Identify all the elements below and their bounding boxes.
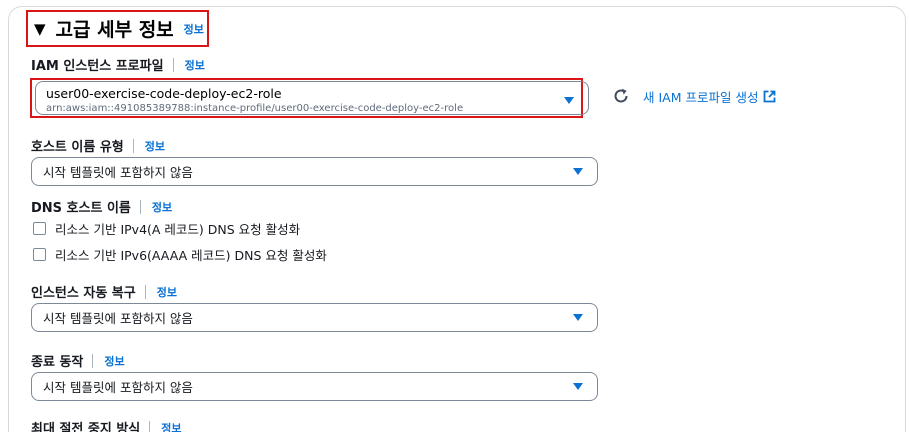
dns-hostname-info-link[interactable]: 정보 — [152, 199, 172, 215]
auto-recovery-info-link[interactable]: 정보 — [157, 284, 177, 300]
shutdown-behavior-select[interactable]: 시작 템플릿에 포함하지 않음 — [31, 372, 598, 401]
label-separator — [172, 57, 174, 72]
dropdown-arrow-icon — [573, 168, 583, 175]
shutdown-behavior-label-row: 종료 동작 정보 — [31, 351, 125, 370]
iam-profile-value: user00-exercise-code-deploy-ec2-role — [46, 86, 282, 101]
hostname-type-label-row: 호스트 이름 유형 정보 — [31, 136, 165, 155]
dropdown-arrow-icon — [573, 314, 583, 321]
hostname-type-label: 호스트 이름 유형 — [31, 140, 124, 155]
hostname-type-select[interactable]: 시작 템플릿에 포함하지 않음 — [31, 157, 598, 186]
create-iam-profile-label: 새 IAM 프로파일 생성 — [643, 90, 759, 105]
label-separator — [132, 138, 134, 153]
label-separator — [92, 353, 94, 368]
auto-recovery-label: 인스턴스 자동 복구 — [31, 286, 136, 301]
dns-ipv6-option[interactable]: 리소스 기반 IPv6(AAAA 레코드) DNS 요청 활성화 — [33, 245, 327, 264]
label-separator — [144, 284, 146, 299]
iam-profile-label-row: IAM 인스턴스 프로파일 정보 — [31, 55, 205, 74]
section-info-link[interactable]: 정보 — [184, 21, 204, 37]
create-iam-profile-link[interactable]: 새 IAM 프로파일 생성 — [643, 87, 776, 106]
auto-recovery-label-row: 인스턴스 자동 복구 정보 — [31, 282, 177, 301]
dropdown-arrow-icon — [573, 383, 583, 390]
iam-profile-arn: arn:aws:iam::491085389788:instance-profi… — [46, 103, 464, 114]
hostname-type-value: 시작 템플릿에 포함하지 않음 — [43, 165, 193, 180]
dns-hostname-label-row: DNS 호스트 이름 정보 — [31, 197, 172, 216]
dns-ipv6-label: 리소스 기반 IPv6(AAAA 레코드) DNS 요청 활성화 — [55, 248, 327, 263]
hostname-type-info-link[interactable]: 정보 — [145, 138, 165, 154]
external-link-icon — [764, 90, 776, 103]
auto-recovery-value: 시작 템플릿에 포함하지 않음 — [43, 311, 193, 326]
iam-profile-select[interactable]: user00-exercise-code-deploy-ec2-role arn… — [35, 81, 589, 115]
iam-profile-highlight: user00-exercise-code-deploy-ec2-role arn… — [30, 78, 589, 118]
refresh-icon[interactable] — [612, 87, 630, 105]
advanced-details-header[interactable]: ▼ 고급 세부 정보 정보 — [26, 10, 209, 47]
auto-recovery-select[interactable]: 시작 템플릿에 포함하지 않음 — [31, 303, 598, 332]
label-separator — [149, 420, 151, 432]
shutdown-behavior-info-link[interactable]: 정보 — [104, 353, 124, 369]
stop-hibernate-info-link[interactable]: 정보 — [161, 420, 181, 432]
iam-info-link[interactable]: 정보 — [185, 57, 205, 73]
iam-profile-label: IAM 인스턴스 프로파일 — [31, 59, 164, 74]
label-separator — [139, 199, 141, 214]
shutdown-behavior-value: 시작 템플릿에 포함하지 않음 — [43, 380, 193, 395]
shutdown-behavior-label: 종료 동작 — [31, 355, 84, 370]
caret-down-icon: ▼ — [34, 19, 46, 38]
dropdown-arrow-icon — [564, 97, 574, 104]
stop-hibernate-label-row: 최대 절전 중지 방식 정보 — [31, 418, 182, 432]
dns-ipv4-checkbox[interactable] — [33, 222, 46, 235]
section-title: 고급 세부 정보 — [55, 19, 174, 41]
dns-ipv4-label: 리소스 기반 IPv4(A 레코드) DNS 요청 활성화 — [55, 222, 301, 237]
dns-ipv6-checkbox[interactable] — [33, 248, 46, 261]
stop-hibernate-label: 최대 절전 중지 방식 — [31, 422, 141, 432]
dns-hostname-label: DNS 호스트 이름 — [31, 201, 131, 216]
dns-ipv4-option[interactable]: 리소스 기반 IPv4(A 레코드) DNS 요청 활성화 — [33, 219, 300, 238]
